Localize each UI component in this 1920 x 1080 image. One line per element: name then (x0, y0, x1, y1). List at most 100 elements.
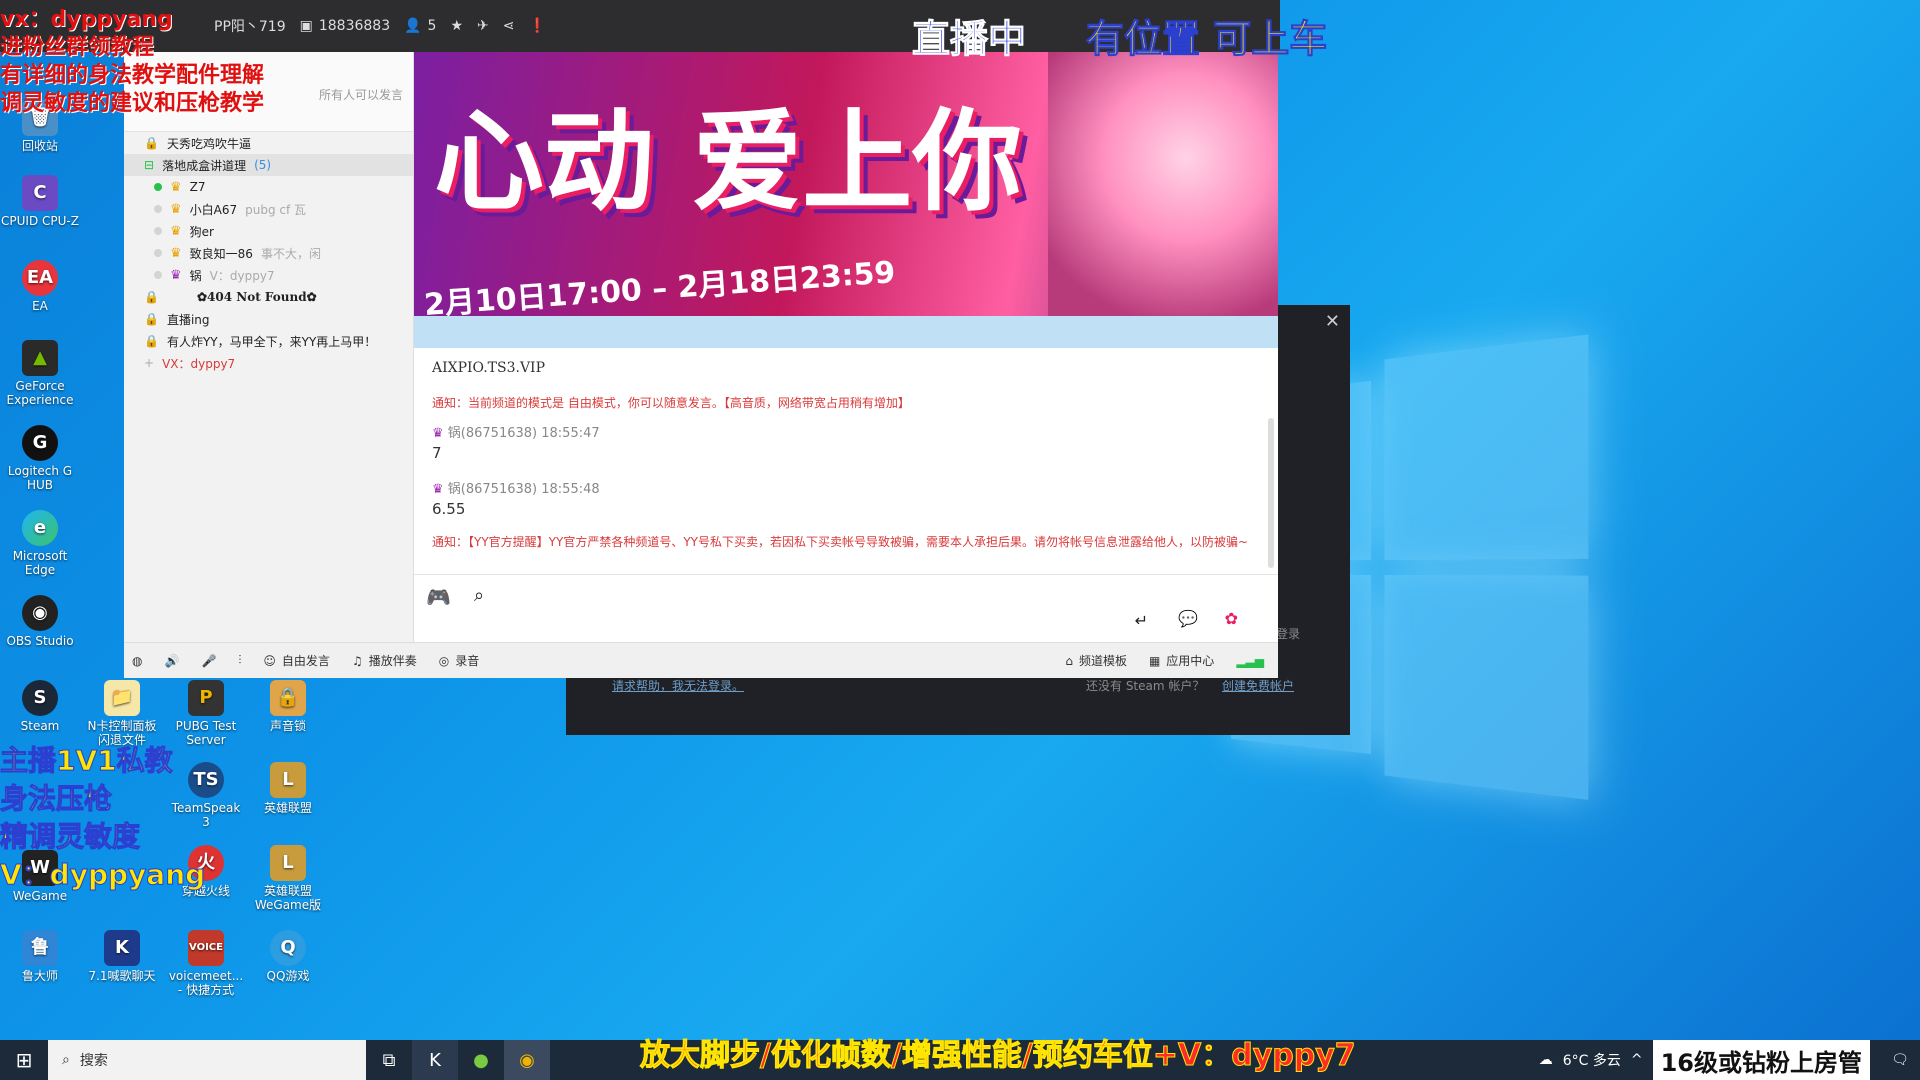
weather-text: 6°C 多云 (1562, 1053, 1621, 1069)
desktop-icon-obs[interactable]: ◉ OBS Studio (0, 595, 80, 648)
user-count: 👤 5 (404, 18, 437, 34)
template-button[interactable]: ⌂ 频道模板 (1065, 652, 1127, 669)
offline-dot (154, 205, 162, 213)
desktop-icon-ea[interactable]: EA EA (0, 260, 80, 313)
channel-row[interactable]: 🔒 ✿404 Not Found✿ (124, 286, 413, 308)
desktop-icon-pubg-test[interactable]: P PUBG Test Server (166, 680, 246, 747)
desktop-icon-sound-lock[interactable]: 🔒 声音锁 (248, 680, 328, 733)
search-input[interactable]: ⌕ 搜索 (48, 1040, 366, 1080)
task-view-icon[interactable]: ⧉ (366, 1040, 412, 1080)
gamepad-icon[interactable]: 🎮 (426, 585, 451, 609)
app-center-button[interactable]: ▦ 应用中心 (1149, 652, 1214, 669)
chat-message: 7 (432, 444, 442, 462)
windows-start-icon[interactable]: ⊞ (0, 1040, 48, 1080)
mic-icon[interactable]: 🎤 (201, 654, 216, 668)
steam-create-account-link[interactable]: 创建免费帐户 (1222, 677, 1294, 694)
grid-icon: ▦ (1148, 653, 1161, 668)
desktop-icon-ludashi[interactable]: 鲁 鲁大师 (0, 930, 80, 983)
user-icon: 👤 (404, 18, 422, 34)
yy-channel-tree: 所有人可以发言 🔒 天秀吃鸡吹牛逼 ⊟ 落地成盒讲道理 (5) ♛ Z7 ♛ 小… (124, 52, 414, 642)
translate-icon[interactable]: ⌕ (474, 585, 484, 606)
free-speech-button[interactable]: ☺ 自由发言 (263, 652, 330, 669)
crown-icon: ♛ (170, 223, 182, 239)
chat-scrollbar[interactable] (1268, 418, 1274, 568)
info-icon[interactable]: ❗ (529, 18, 546, 34)
desktop-icon-nvidia-panel[interactable]: 📁 N卡控制面板闪退文件 (82, 680, 162, 747)
qqgame-icon: Q (270, 930, 306, 966)
taskbar-yy-icon[interactable]: ◉ (504, 1040, 550, 1080)
offline-dot (154, 271, 162, 279)
lock-icon: 🔒 (270, 680, 306, 716)
desktop-icon-geforce[interactable]: ▲ GeForce Experience (0, 340, 80, 407)
chevron-up-icon[interactable]: ^ (1631, 1052, 1643, 1068)
logitech-icon: G (22, 425, 58, 461)
channel-row[interactable]: 🔒 直播ing (124, 308, 413, 330)
offline-dot (154, 227, 162, 235)
event-banner[interactable]: 心动 爱上你 2月10日17:00 – 2月18日23:59 (414, 52, 1278, 316)
mixer-icon[interactable]: ⫶ (238, 653, 241, 668)
user-row[interactable]: ♛ 小白A67 pubg cf 瓦 (124, 198, 413, 220)
steam-help-link[interactable]: 请求帮助，我无法登录。 (612, 677, 744, 694)
overlay-red-text: vx：dyppyang 进粉丝群领教程 有详细的身法教学配件理解 调灵敏度的建议… (0, 7, 265, 116)
desktop-icon-steam[interactable]: S Steam (0, 680, 80, 733)
desktop-icon-cpuz[interactable]: C CPUID CPU-Z (0, 175, 80, 228)
steam-icon: S (22, 680, 58, 716)
desktop-icon-lol-wegame[interactable]: L 英雄联盟WeGame版 (248, 845, 328, 912)
vip-icon: ♛ (432, 482, 444, 497)
banner-date: 2月10日17:00 – 2月18日23:59 (423, 255, 897, 316)
banner-character-illustration (1048, 52, 1278, 316)
user-row[interactable]: ♛ 锅 V：dyppy7 (124, 264, 413, 286)
play-music-button[interactable]: ♫ 播放伴奏 (352, 652, 417, 669)
steam-login-link[interactable]: 登录 (1276, 625, 1300, 642)
avatar[interactable]: ◍ (132, 654, 142, 668)
user-row[interactable]: ♛ 致良知一86 事不大，闲 (124, 242, 413, 264)
channel-row[interactable]: 🔒 有人炸YY，马甲全下，来YY再上马甲！ (124, 330, 413, 352)
desktop-icon-edge[interactable]: e Microsoft Edge (0, 510, 80, 577)
star-icon[interactable]: ★ (450, 18, 463, 34)
flower-icon[interactable]: ✿ (1225, 609, 1238, 628)
plane-icon[interactable]: ✈ (477, 18, 489, 34)
record-icon: ◎ (438, 653, 450, 668)
desktop-icon-voicemeeter[interactable]: VOICE voicemeet... - 快捷方式 (166, 930, 246, 997)
channel-row[interactable]: 🔒 天秀吃鸡吹牛逼 (124, 132, 413, 154)
taskbar-kuhan-icon[interactable]: K (412, 1040, 458, 1080)
taskbar-xbox-icon[interactable]: ● (458, 1040, 504, 1080)
share-icon[interactable]: ⋖ (503, 18, 515, 34)
channel-row-selected[interactable]: ⊟ 落地成盒讲道理 (5) (124, 154, 413, 176)
speech-mode-note: 所有人可以发言 (318, 88, 403, 102)
desktop-icon-logitech[interactable]: G Logitech G HUB (0, 425, 80, 492)
user-row[interactable]: ♛ Z7 (124, 176, 413, 198)
chat-sender: ♛ 锅(86751638) 18:55:48 (432, 482, 600, 497)
speaker-icon[interactable]: 🔊 (164, 654, 179, 668)
notification-icon[interactable]: 🗨 (1880, 1052, 1920, 1068)
expand-icon: + (144, 356, 155, 370)
enter-icon[interactable]: ↵ (1135, 611, 1148, 630)
desktop-icon-qqgame[interactable]: Q QQ游戏 (248, 930, 328, 983)
channel-id: ▣ 18836883 (299, 18, 391, 34)
chat-input[interactable]: 🎮 ⌕ ↵ 💬 ✿ (414, 574, 1278, 642)
voicemeeter-icon: VOICE (188, 930, 224, 966)
chat-bubble-icon[interactable]: 💬 (1178, 609, 1198, 628)
cloud-icon: ☁ (1538, 1052, 1553, 1068)
channel-row[interactable]: + VX：dyppy7 (124, 352, 413, 374)
id-icon: ▣ (299, 18, 313, 34)
live-indicator: 直播中 (911, 17, 1027, 62)
record-button[interactable]: ◎ 录音 (439, 652, 480, 669)
room-name: AIXPIO.TS3.VIP (432, 360, 546, 376)
yy-bottom-bar: ◍ 🔊 🎤 ⫶ ☺ 自由发言 ♫ 播放伴奏 ◎ 录音 ⌂ 频道模板 ▦ 应用中心 ▂▃▅ (124, 642, 1278, 678)
crown-icon: ♛ (170, 267, 182, 283)
collapse-icon: ⊟ (144, 158, 155, 172)
desktop-icon-lol[interactable]: L 英雄联盟 (248, 762, 328, 815)
obs-icon: ◉ (22, 595, 58, 631)
offline-dot (154, 249, 162, 257)
banner-strip (414, 316, 1278, 348)
lock-icon: 🔒 (144, 334, 159, 348)
user-row[interactable]: ♛ 狗er (124, 220, 413, 242)
desktop-icon-kuhan[interactable]: K 7.1喊歌聊天 (82, 930, 162, 983)
crown-icon: ♛ (170, 179, 182, 195)
ludashi-icon: 鲁 (22, 930, 58, 966)
edge-icon: e (22, 510, 58, 546)
crown-icon: ♛ (170, 201, 182, 217)
close-icon[interactable]: ✕ (1325, 311, 1340, 332)
search-icon: ⌕ (62, 1052, 70, 1068)
